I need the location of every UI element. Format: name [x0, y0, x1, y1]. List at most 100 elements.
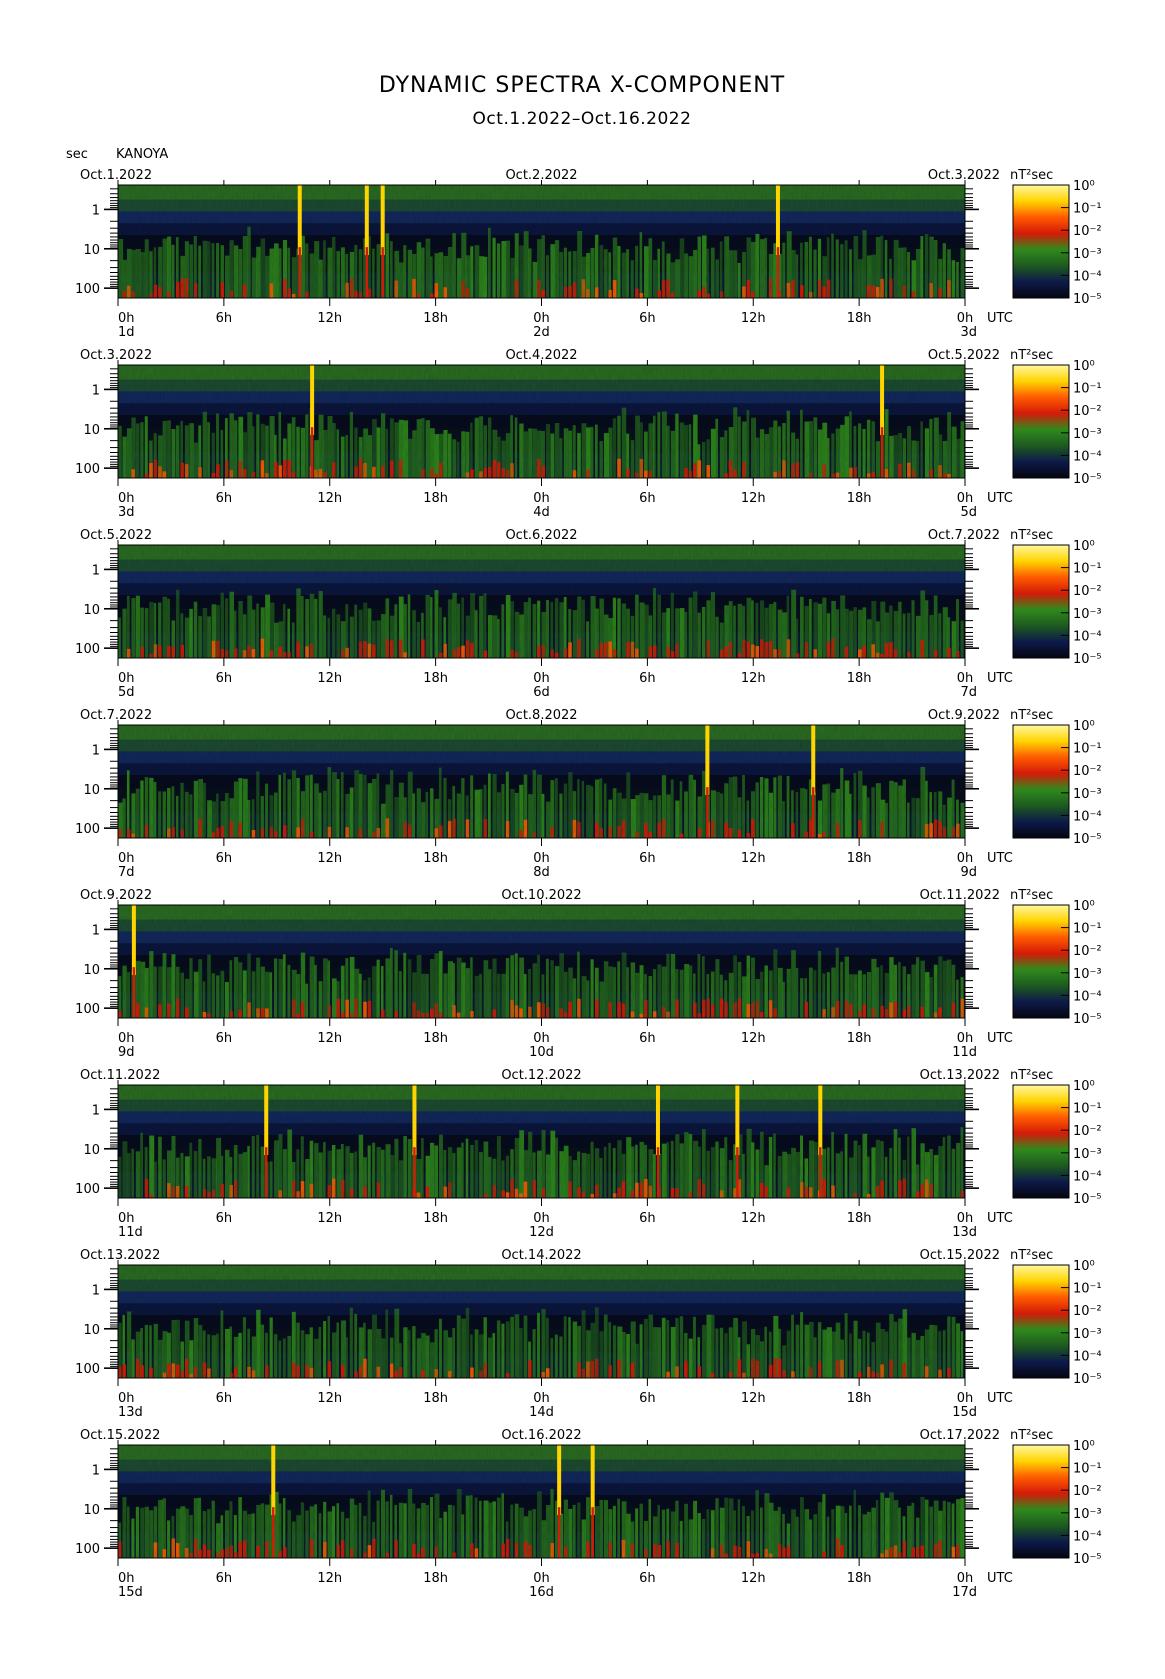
event-spike: [297, 185, 302, 256]
day-label-mid: 14d: [529, 1405, 554, 1420]
colorbar-tick-label: 10⁻²: [1073, 1304, 1102, 1319]
event-spike-tail: [365, 247, 369, 298]
colorbar: [1012, 184, 1070, 299]
x-tick-label: 18h: [847, 1571, 872, 1586]
x-tick-label: 0h: [957, 311, 974, 326]
day-label-mid: 6d: [533, 685, 550, 700]
spectrum-image: [118, 725, 965, 838]
x-tick-label: 6h: [639, 1211, 656, 1226]
event-spike-tail: [132, 967, 136, 1018]
x-tick-label: 6h: [639, 1571, 656, 1586]
spectrum-panel: 1 10 100 0h 6h 12h 18h 0h 6h 12h 18h 0h UTC 9d 10d 11d O…: [75, 888, 1101, 1060]
colorbar-tick-label: 10⁻¹: [1073, 1462, 1102, 1477]
y-tick-label: 10: [83, 1323, 100, 1338]
spectrum-panel: 1 10 100 0h 6h 12h 18h 0h 6h 12h 18h 0h UTC 15d 16d 17d…: [75, 1428, 1101, 1600]
y-tick-label: 1: [92, 1283, 100, 1298]
colorbar: [1012, 544, 1070, 659]
x-tick-label: 0h: [957, 1211, 974, 1226]
x-tick-label: 0h: [957, 851, 974, 866]
colorbar-unit-label: nT²sec: [1010, 168, 1053, 183]
x-tick-label: 0h: [957, 671, 974, 686]
y-tick-label: 100: [75, 1002, 100, 1017]
colorbar-tick-label: 10⁻⁵: [1073, 1012, 1102, 1027]
colorbar-tick-label: 10⁻²: [1073, 764, 1102, 779]
colorbar-unit-label: nT²sec: [1010, 888, 1053, 903]
y-tick-label: 10: [83, 423, 100, 438]
event-spike-tail: [706, 787, 709, 838]
x-tick-label: 6h: [639, 1031, 656, 1046]
x-tick-label: 12h: [741, 1211, 766, 1226]
panel-mid-date: Oct.2.2022: [505, 168, 577, 183]
x-tick-label: 18h: [847, 491, 872, 506]
x-tick-label: 6h: [639, 1391, 656, 1406]
colorbar: [1012, 904, 1070, 1019]
event-spike: [705, 725, 710, 796]
spectrum-texture: [118, 185, 965, 298]
day-label-end: 17d: [952, 1585, 977, 1600]
y-tick-label: 10: [83, 603, 100, 618]
x-tick-label: 0h: [533, 851, 550, 866]
panel-mid-date: Oct.14.2022: [501, 1248, 581, 1263]
event-spike-tail: [298, 247, 301, 298]
day-label-start: 7d: [118, 865, 135, 880]
colorbar-tick-label: 10⁻⁴: [1073, 269, 1102, 284]
x-tick-label: 6h: [216, 311, 233, 326]
panel-mid-date: Oct.12.2022: [501, 1068, 581, 1083]
event-spike-tail: [812, 787, 815, 838]
spectrum-texture: [118, 1445, 965, 1558]
x-tick-label: 12h: [317, 1031, 342, 1046]
panel-start-date: Oct.13.2022: [80, 1248, 160, 1263]
spectrum-image: [118, 365, 965, 478]
x-tick-label: 18h: [847, 851, 872, 866]
colorbar-tick-label: 10⁻⁵: [1073, 1372, 1102, 1387]
panel-mid-date: Oct.4.2022: [505, 348, 577, 363]
event-spike: [880, 365, 885, 436]
colorbar: [1012, 724, 1070, 839]
x-tick-label: 12h: [317, 1211, 342, 1226]
x-tick-label: 18h: [847, 1211, 872, 1226]
x-tick-label: 0h: [957, 1031, 974, 1046]
colorbar-tick-label: 10⁻⁴: [1073, 629, 1102, 644]
colorbar-tick-label: 10⁻⁴: [1073, 989, 1102, 1004]
panel-end-date: Oct.15.2022: [920, 1248, 1000, 1263]
day-label-mid: 2d: [533, 325, 550, 340]
day-label-start: 1d: [118, 325, 135, 340]
colorbar-tick-label: 10⁻³: [1073, 787, 1102, 802]
event-spike: [271, 1445, 276, 1516]
x-tick-label: 0h: [118, 1031, 135, 1046]
day-label-start: 11d: [118, 1225, 143, 1240]
colorbar-tick-label: 10⁰: [1073, 359, 1095, 374]
colorbar-tick-label: 10⁻⁵: [1073, 292, 1102, 307]
spectrum-panel: 1 10 100 0h 6h 12h 18h 0h 6h 12h 18h 0h UTC 11d 12d 13d…: [75, 1068, 1101, 1240]
x-tick-label: 18h: [847, 1031, 872, 1046]
colorbar-tick-label: 10⁻³: [1073, 427, 1102, 442]
x-unit-label: UTC: [987, 1391, 1013, 1406]
colorbar-tick-label: 10⁻²: [1073, 1124, 1102, 1139]
x-unit-label: UTC: [987, 1211, 1013, 1226]
colorbar-tick-label: 10⁰: [1073, 1079, 1095, 1094]
x-tick-label: 0h: [533, 1571, 550, 1586]
spectrum-image: [118, 1265, 965, 1378]
x-tick-label: 6h: [639, 491, 656, 506]
spectrum-panel: 1 10 100 0h 6h 12h 18h 0h 6h 12h 18h 0h UTC 5d 6d 7d Oct…: [75, 528, 1101, 700]
event-spike-tail: [381, 247, 384, 298]
colorbar-tick-label: 10⁻³: [1073, 607, 1102, 622]
x-tick-label: 6h: [216, 671, 233, 686]
y-tick-label: 10: [83, 963, 100, 978]
day-label-end: 7d: [960, 685, 977, 700]
event-spike-tail: [880, 427, 884, 478]
y-tick-label: 1: [92, 923, 100, 938]
event-spike: [590, 1445, 595, 1516]
y-tick-label: 100: [75, 1182, 100, 1197]
colorbar-tick-label: 10⁻⁵: [1073, 832, 1102, 847]
day-label-start: 13d: [118, 1405, 143, 1420]
colorbar-tick-label: 10⁻⁴: [1073, 1169, 1102, 1184]
x-tick-label: 12h: [317, 671, 342, 686]
colorbar-tick-label: 10⁻²: [1073, 944, 1102, 959]
x-tick-label: 6h: [639, 311, 656, 326]
colorbar-tick-label: 10⁻³: [1073, 1327, 1102, 1342]
spectrum-texture: [118, 905, 965, 1018]
event-spike: [811, 725, 816, 796]
event-spike: [310, 365, 315, 436]
panel-end-date: Oct.5.2022: [928, 348, 1000, 363]
